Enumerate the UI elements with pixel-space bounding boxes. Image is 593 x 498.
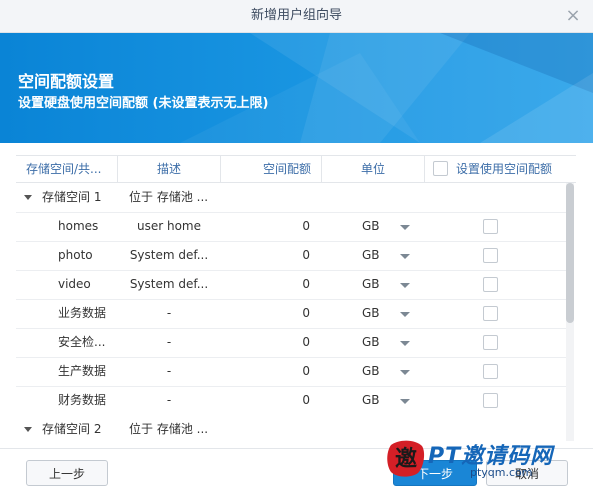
collapse-triangle-icon[interactable]: [24, 195, 32, 200]
unit-dropdown-arrow-icon[interactable]: [400, 312, 410, 317]
table-row[interactable]: homes user home 0 GB: [16, 212, 566, 242]
share-description: -: [166, 306, 172, 320]
quota-value[interactable]: 0: [220, 212, 310, 241]
unit-value[interactable]: GB: [362, 299, 380, 328]
quota-value[interactable]: 0: [220, 386, 310, 415]
share-description: user home: [136, 219, 201, 233]
unit-dropdown-arrow-icon[interactable]: [400, 399, 410, 404]
enable-quota-checkbox[interactable]: [483, 335, 498, 350]
column-header-enable[interactable]: 设置使用空间配额: [424, 156, 576, 182]
table-row[interactable]: 业务数据 - 0 GB: [16, 299, 566, 329]
column-header-quota[interactable]: 空间配额: [220, 156, 322, 182]
unit-dropdown-arrow-icon[interactable]: [400, 370, 410, 375]
share-name: homes: [58, 219, 99, 233]
quota-value[interactable]: 0: [220, 270, 310, 299]
group-name: 存储空间 2: [42, 422, 102, 436]
watermark-logo-icon: 邀: [387, 440, 425, 477]
banner-title: 空间配额设置: [18, 72, 115, 91]
share-name: 安全检...: [58, 335, 106, 349]
unit-value[interactable]: GB: [362, 386, 380, 415]
share-name: video: [58, 277, 91, 291]
unit-value[interactable]: GB: [362, 212, 380, 241]
column-header-storage[interactable]: 存储空间/共...: [16, 156, 118, 182]
share-description: -: [166, 335, 172, 349]
unit-value[interactable]: GB: [362, 241, 380, 270]
share-name: 财务数据: [58, 393, 107, 407]
unit-dropdown-arrow-icon[interactable]: [400, 283, 410, 288]
group-description: 位于 存储池 ...: [129, 422, 209, 436]
collapse-triangle-icon[interactable]: [24, 427, 32, 432]
share-description: -: [166, 393, 172, 407]
share-description: System def...: [129, 248, 209, 262]
enable-quota-checkbox[interactable]: [483, 306, 498, 321]
table-row[interactable]: 生产数据 - 0 GB: [16, 357, 566, 387]
enable-quota-checkbox[interactable]: [483, 364, 498, 379]
unit-dropdown-arrow-icon[interactable]: [400, 254, 410, 259]
table-row[interactable]: 安全检... - 0 GB: [16, 328, 566, 358]
group-name: 存储空间 1: [42, 190, 102, 204]
watermark-url: ptyqm.com: [470, 466, 533, 479]
unit-value[interactable]: GB: [362, 328, 380, 357]
banner-subtitle: 设置硬盘使用空间配额 (未设置表示无上限): [18, 96, 269, 111]
unit-dropdown-arrow-icon[interactable]: [400, 225, 410, 230]
group-description: 位于 存储池 ...: [129, 190, 209, 204]
quota-value[interactable]: 0: [220, 299, 310, 328]
share-name: 生产数据: [58, 364, 107, 378]
unit-value[interactable]: GB: [362, 357, 380, 386]
watermark-logo-char: 邀: [395, 447, 417, 472]
table-header: 存储空间/共... 描述 空间配额 单位 设置使用空间配额: [16, 156, 576, 183]
column-header-description[interactable]: 描述: [118, 156, 221, 182]
quota-value[interactable]: 0: [220, 241, 310, 270]
share-description: -: [166, 364, 172, 378]
enable-quota-checkbox[interactable]: [483, 219, 498, 234]
title-bar: 新增用户组向导 ×: [0, 0, 593, 33]
previous-button[interactable]: 上一步: [26, 460, 108, 486]
enable-quota-checkbox[interactable]: [483, 393, 498, 408]
share-name: 业务数据: [58, 306, 107, 320]
group-row-storage-1[interactable]: 存储空间 1 位于 存储池 ...: [16, 183, 566, 213]
select-all-checkbox[interactable]: [433, 161, 448, 176]
column-header-enable-label: 设置使用空间配额: [456, 162, 553, 176]
column-header-unit[interactable]: 单位: [322, 156, 425, 182]
scrollbar-thumb[interactable]: [566, 183, 574, 323]
table-row[interactable]: photo System def... 0 GB: [16, 241, 566, 271]
enable-quota-checkbox[interactable]: [483, 248, 498, 263]
table-row[interactable]: 财务数据 - 0 GB: [16, 386, 566, 416]
table-row[interactable]: video System def... 0 GB: [16, 270, 566, 300]
enable-quota-checkbox[interactable]: [483, 277, 498, 292]
unit-value[interactable]: GB: [362, 270, 380, 299]
quota-table: 存储空间/共... 描述 空间配额 单位 设置使用空间配额 存储空间 1 位于 …: [16, 155, 576, 443]
close-icon[interactable]: ×: [563, 6, 583, 26]
window-title: 新增用户组向导: [250, 8, 342, 23]
quota-value[interactable]: 0: [220, 328, 310, 357]
wizard-banner: 空间配额设置 设置硬盘使用空间配额 (未设置表示无上限): [0, 33, 593, 143]
table-scrollbar[interactable]: [566, 183, 574, 441]
share-description: System def...: [129, 277, 209, 291]
unit-dropdown-arrow-icon[interactable]: [400, 341, 410, 346]
share-name: photo: [58, 248, 93, 262]
quota-value[interactable]: 0: [220, 357, 310, 386]
